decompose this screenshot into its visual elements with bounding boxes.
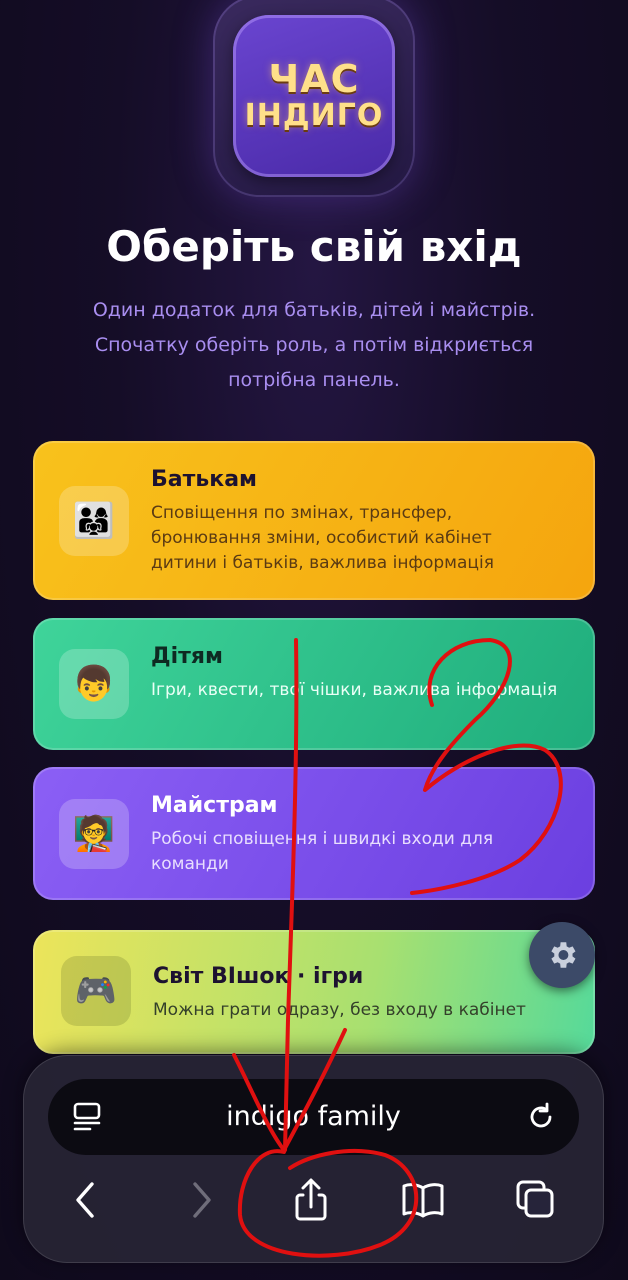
role-card-title: Батькам [151, 467, 258, 492]
gear-icon [551, 942, 576, 968]
role-card-games[interactable]: 🎮 Світ ВІшок · ігри Можна грати одразу, … [33, 930, 595, 1054]
share-icon [295, 1178, 327, 1221]
bookmarks-button[interactable] [395, 1172, 451, 1228]
role-card-title: Світ ВІшок · ігри [153, 964, 364, 989]
forward-button[interactable] [174, 1172, 230, 1228]
bookmarks-icon [402, 1183, 444, 1218]
app-logo: ЧАС ІНДИГО [233, 15, 395, 177]
share-button[interactable] [283, 1172, 339, 1228]
teacher-emoji-icon: 🧑‍🏫 [59, 799, 129, 869]
role-card-title: Дітям [151, 644, 223, 669]
child-emoji-icon: 👦 [59, 649, 129, 719]
forward-icon [193, 1182, 211, 1218]
role-card-masters[interactable]: 🧑‍🏫 Майстрам Робочі сповіщення і швидкі … [33, 767, 595, 900]
role-card-description: Ігри, квести, твої чішки, важлива інформ… [151, 680, 558, 700]
page-subtitle: Один додаток для батьків, дітей і майстр… [92, 299, 536, 391]
logo-line-1: ЧАС [268, 57, 360, 102]
role-card-title: Майстрам [151, 793, 278, 818]
settings-button[interactable] [529, 922, 595, 988]
gamepad-emoji-icon: 🎮 [61, 956, 131, 1026]
family-emoji-icon: 👨‍👩‍👧 [59, 486, 129, 556]
role-card-kids[interactable]: 👦 Дітям Ігри, квести, твої чішки, важлив… [33, 618, 595, 750]
role-card-description: Сповіщення по змінах, трансфер, бронюван… [151, 503, 494, 573]
logo-line-2: ІНДИГО [244, 98, 384, 134]
back-button[interactable] [57, 1172, 113, 1228]
tabs-icon [516, 1180, 554, 1218]
address-text[interactable]: indigo family [158, 1101, 469, 1132]
back-icon [76, 1182, 94, 1218]
role-card-description: Можна грати одразу, без входу в кабінет [153, 1000, 526, 1020]
page-title: Оберіть свій вхід [106, 222, 522, 271]
reload-icon[interactable] [523, 1099, 559, 1139]
address-bar[interactable]: indigo family [48, 1079, 579, 1155]
role-card-description: Робочі сповіщення і швидкі входи для ком… [151, 829, 494, 874]
page-menu-icon[interactable] [70, 1099, 106, 1139]
role-card-parents[interactable]: 👨‍👩‍👧 Батькам Сповіщення по змінах, тран… [33, 441, 595, 600]
tabs-button[interactable] [508, 1172, 564, 1228]
